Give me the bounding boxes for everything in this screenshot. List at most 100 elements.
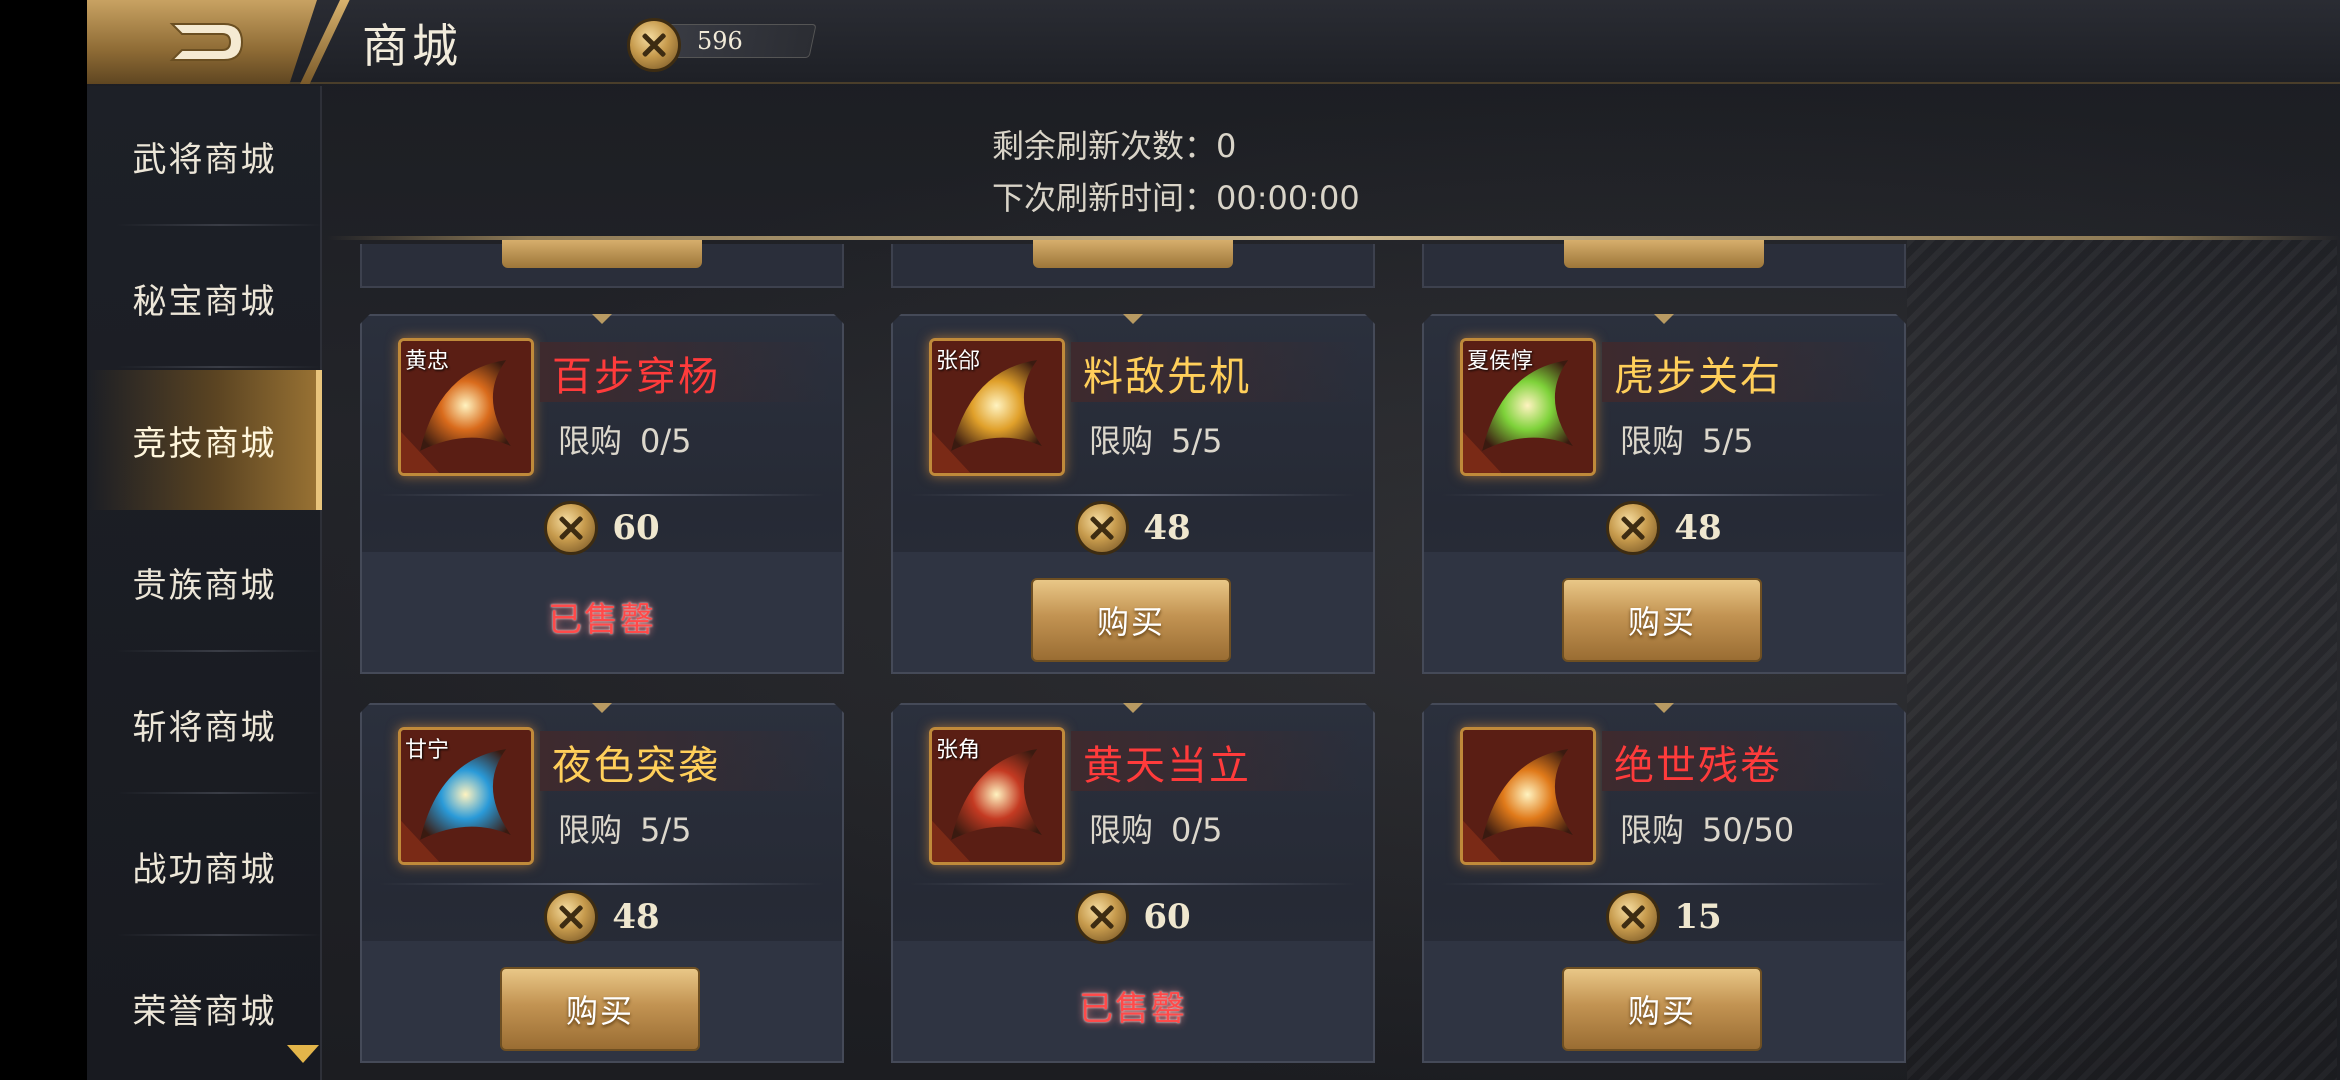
purchase-limit-value: 5/5 [1702,422,1754,460]
item-price: 48 [1422,500,1906,556]
sidebar-item-label: 战功商城 [132,849,277,890]
purchase-limit: 限购 5/5 [1620,416,1754,462]
card-divider [1442,883,1886,885]
sidebar-item-label: 贵族商城 [132,565,277,606]
chevron-down-icon[interactable] [287,1045,319,1063]
card-divider [911,494,1355,496]
shop-item-card: 夏侯惇 虎步关右 限购 5/5 48 购买 [1422,314,1906,674]
sidebar-item-label: 斩将商城 [132,707,277,748]
sidebar-item-merit-shop[interactable]: 战功商城 [87,796,322,936]
card-notch [592,314,612,324]
item-price: 48 [360,889,844,945]
skill-icon[interactable]: 张角 [929,727,1065,865]
currency-value: 596 [697,27,743,55]
item-price: 15 [1422,889,1906,945]
purchase-limit-label: 限购 [1089,811,1154,849]
previous-row-card-stub [360,240,844,288]
refresh-info: 剩余刷新次数：0 下次刷新时间：00:00:00 [992,120,1360,224]
purchase-limit-value: 5/5 [640,811,692,849]
skill-icon[interactable]: 张郃 [929,338,1065,476]
crossed-swords-coin-icon [1606,501,1661,555]
currency-display: 596 [627,18,827,72]
price-value: 48 [1143,508,1191,548]
purchase-limit: 限购 5/5 [558,805,692,851]
sidebar-item-arena-shop[interactable]: 竞技商城 [87,370,322,510]
skill-name: 百步穿杨 [552,354,720,400]
sidebar-item-general-shop[interactable]: 武将商城 [87,86,322,226]
top-bar: 商城 596 [87,0,2340,84]
crossed-swords-coin-icon [1075,890,1130,944]
skill-name: 夜色突袭 [552,743,720,789]
buy-button[interactable]: 购买 [1031,578,1231,662]
buy-button[interactable]: 购买 [1562,578,1762,662]
buy-button[interactable]: 购买 [500,967,700,1051]
purchase-limit-label: 限购 [1620,811,1685,849]
refresh-remaining-value: 0 [1216,127,1237,165]
purchase-limit-label: 限购 [1620,422,1685,460]
shop-screen: 商城 596 武将商城 秘宝商城 竞技商城 贵族商城 斩将商城 战功商城 荣誉商… [87,0,2340,1080]
purchase-limit-value: 0/5 [640,422,692,460]
refresh-next-label: 下次刷新时间： [992,179,1217,217]
card-notch [592,703,612,713]
crossed-swords-coin-icon [627,18,681,72]
purchase-limit: 限购 0/5 [558,416,692,462]
shop-item-card: 甘宁 夜色突袭 限购 5/5 48 购买 [360,703,844,1063]
card-notch [1123,314,1143,324]
back-arrow-icon [169,23,244,61]
shop-item-card: 张角 黄天当立 限购 0/5 60 已售罄 [891,703,1375,1063]
purchase-limit-value: 0/5 [1171,811,1223,849]
card-divider [1442,494,1886,496]
item-price: 60 [360,500,844,556]
item-price: 60 [891,889,1375,945]
hero-name: 张角 [936,738,981,763]
price-value: 15 [1674,897,1722,937]
crossed-swords-coin-icon [1606,890,1661,944]
hero-name: 夏侯惇 [1467,349,1534,374]
skill-icon[interactable]: 黄忠 [398,338,534,476]
previous-row-card-stub [891,240,1375,288]
item-price: 48 [891,500,1375,556]
sidebar-item-label: 竞技商城 [132,423,277,464]
purchase-limit: 限购 0/5 [1089,805,1223,851]
purchase-limit-value: 5/5 [1171,422,1223,460]
sidebar-item-treasure-shop[interactable]: 秘宝商城 [87,228,322,368]
hero-name: 甘宁 [405,738,450,763]
card-notch [1654,703,1674,713]
purchase-limit-label: 限购 [1089,422,1154,460]
card-divider [380,883,824,885]
purchase-limit-label: 限购 [558,811,623,849]
price-value: 48 [612,897,660,937]
hero-name: 黄忠 [405,349,450,374]
back-button[interactable] [87,0,317,84]
sidebar-item-label: 荣誉商城 [132,991,277,1032]
sidebar-item-duel-shop[interactable]: 斩将商城 [87,654,322,794]
skill-name: 虎步关右 [1614,354,1782,400]
crossed-swords-coin-icon [544,501,599,555]
crossed-swords-coin-icon [544,890,599,944]
purchase-limit-value: 50/50 [1702,811,1795,849]
skill-icon[interactable]: 夏侯惇 [1460,338,1596,476]
shop-category-sidebar: 武将商城 秘宝商城 竞技商城 贵族商城 斩将商城 战功商城 荣誉商城 [87,86,322,1080]
crossed-swords-coin-icon [1075,501,1130,555]
previous-row-card-stub [1422,240,1906,288]
sold-out-label: 已售罄 [1079,989,1187,1029]
skill-icon[interactable] [1460,727,1596,865]
sidebar-item-label: 武将商城 [132,139,277,180]
buy-button[interactable]: 购买 [1562,967,1762,1051]
price-value: 60 [1143,897,1191,937]
sold-out-label: 已售罄 [548,600,656,640]
skill-icon[interactable]: 甘宁 [398,727,534,865]
sidebar-item-label: 秘宝商城 [132,281,277,322]
price-value: 48 [1674,508,1722,548]
card-divider [380,494,824,496]
purchase-limit: 限购 50/50 [1620,805,1794,851]
sidebar-item-noble-shop[interactable]: 贵族商城 [87,512,322,652]
price-value: 60 [612,508,660,548]
skill-name: 料敌先机 [1083,354,1251,400]
hero-name: 张郃 [936,349,981,374]
card-notch [1123,703,1143,713]
refresh-remaining: 剩余刷新次数：0 [992,120,1360,172]
shop-item-card: 绝世残卷 限购 50/50 15 购买 [1422,703,1906,1063]
card-notch [1654,314,1674,324]
skill-name: 黄天当立 [1083,743,1251,789]
